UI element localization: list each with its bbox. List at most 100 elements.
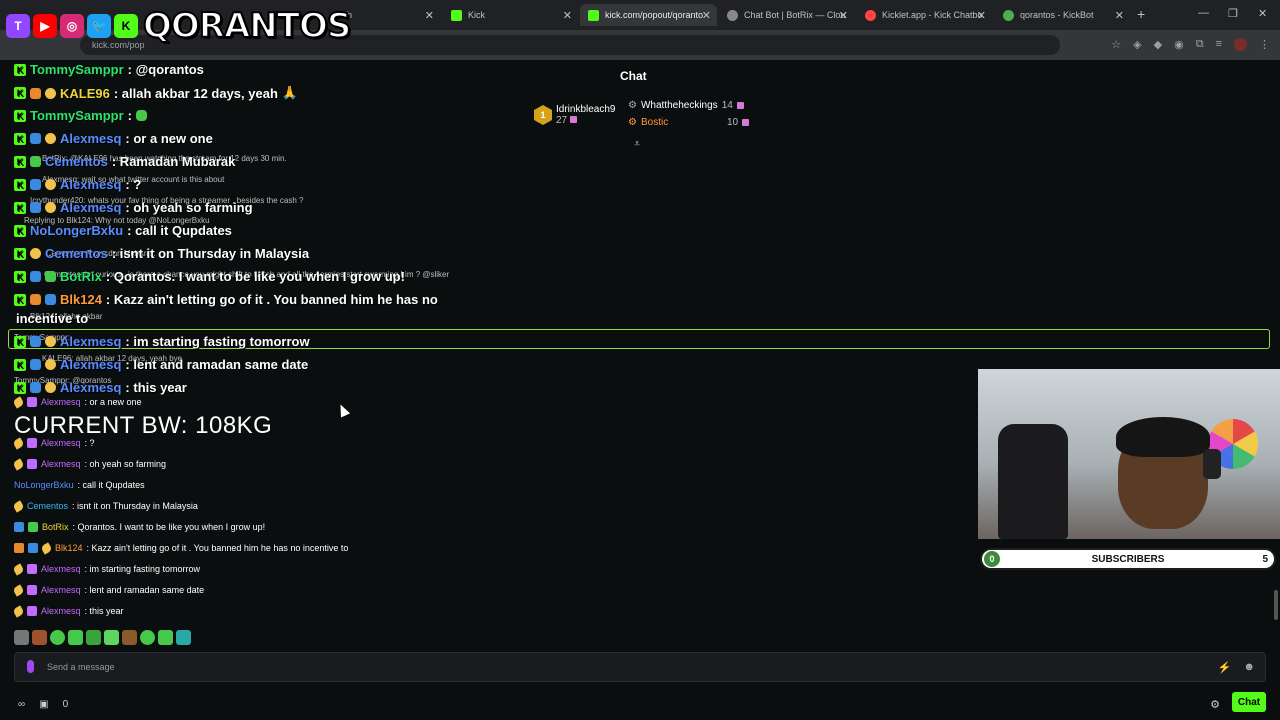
close-window-button[interactable]: ✕ xyxy=(1258,7,1267,20)
close-tab-icon[interactable]: ✕ xyxy=(1115,9,1124,22)
banana-badge-icon xyxy=(12,499,25,513)
overlay-message: K Alexmesq : ? xyxy=(14,177,141,192)
gifter-badge-icon xyxy=(28,543,38,553)
message-text: incentive to xyxy=(16,311,89,326)
chat-scrollbar[interactable] xyxy=(1274,590,1278,620)
webcam-feed xyxy=(978,369,1280,539)
message-text: : oh yeah so farming xyxy=(125,200,253,215)
emote-icon[interactable] xyxy=(14,630,29,645)
browser-tab-kick-popout[interactable]: kick.com/popout/qoranto ✕ xyxy=(580,4,717,26)
minimize-button[interactable]: — xyxy=(1198,7,1209,19)
emote-icon[interactable] xyxy=(104,630,119,645)
overlay-message: K KALE96 : allah akbar 12 days, yeah 🙏 xyxy=(14,85,298,101)
webcam-chair xyxy=(998,424,1068,539)
top-gifter-3: ⚙ Bostic 10 xyxy=(628,117,750,128)
message-text: : or a new one xyxy=(125,131,213,146)
bookmark-star-icon[interactable]: ☆ xyxy=(1111,38,1121,51)
banana-badge-icon xyxy=(45,359,56,370)
chat-send-button[interactable]: Chat xyxy=(1232,692,1266,712)
close-tab-icon[interactable]: ✕ xyxy=(839,9,848,22)
emote-icon[interactable] xyxy=(68,630,83,645)
username[interactable]: Alexmesq xyxy=(41,397,81,407)
username: Alexmesq xyxy=(60,380,122,395)
username[interactable]: Alexmesq xyxy=(41,585,81,595)
translate-icon[interactable]: ⚡ xyxy=(1218,661,1232,674)
rank-badge: 1 xyxy=(534,105,552,125)
gift-badge-icon xyxy=(27,564,37,574)
username[interactable]: Alexmesq xyxy=(41,606,81,616)
username[interactable]: NoLongerBxku xyxy=(14,480,74,490)
kick-badge-icon: K xyxy=(14,178,26,191)
gear-icon[interactable]: ⚙ xyxy=(1210,698,1220,711)
message-text: : Kazz ain't letting go of it . You bann… xyxy=(86,543,349,553)
media-icon[interactable]: ≡ xyxy=(1216,38,1222,51)
emote-icon[interactable] xyxy=(122,630,137,645)
banana-badge-icon xyxy=(45,133,56,144)
gift-icon[interactable]: ▣ xyxy=(39,699,48,710)
username[interactable]: Alexmesq xyxy=(41,459,81,469)
message-text: : lent and ramadan same date xyxy=(84,585,205,595)
sub-badge-icon xyxy=(30,294,41,305)
message-text: : xyxy=(127,108,133,123)
emote-icon[interactable] xyxy=(140,630,155,645)
emote-icon[interactable] xyxy=(32,630,47,645)
channel-logo-text: QORANTOS xyxy=(142,5,352,47)
gifter-name: Idrinkbleach9 xyxy=(556,104,616,115)
close-tab-icon[interactable]: ✕ xyxy=(702,9,711,22)
overlay-message: K TommySamppr : @qorantos xyxy=(14,62,204,77)
username: Cementos xyxy=(45,246,108,261)
menu-icon[interactable]: ⋮ xyxy=(1259,38,1270,51)
chat-message: Alexmesq : oh yeah so farming xyxy=(12,457,166,471)
overlay-message: K Alexmesq : im starting fasting tomorro… xyxy=(14,334,310,349)
browser-tab-kickbot[interactable]: qorantos - KickBot ✕ xyxy=(995,4,1130,26)
chat-message: BotRix : Qorantos. I want to be like you… xyxy=(14,522,265,532)
kick-badge-icon: K xyxy=(14,63,26,76)
message-text: : Qorantos. I want to be like you when I… xyxy=(105,269,405,284)
overlay-message: K Alexmesq : lent and ramadan same date xyxy=(14,357,308,372)
overlay-message: K Alexmesq : oh yeah so farming xyxy=(14,200,253,215)
maximize-button[interactable]: ❐ xyxy=(1228,7,1238,20)
extension-icon[interactable]: ◈ xyxy=(1133,38,1141,51)
infinity-icon[interactable]: ∞ xyxy=(18,699,25,710)
close-tab-icon[interactable]: ✕ xyxy=(563,9,572,22)
extension-icon[interactable]: ◆ xyxy=(1154,38,1162,51)
kick-badge-icon: K xyxy=(14,293,26,306)
emote-icon[interactable] xyxy=(86,630,101,645)
username: BotRix xyxy=(60,269,102,284)
username: TommySamppr xyxy=(30,62,124,77)
username: Alexmesq xyxy=(60,334,122,349)
close-tab-icon[interactable]: ✕ xyxy=(977,9,986,22)
username[interactable]: Cementos xyxy=(27,501,68,511)
new-tab-button[interactable]: + xyxy=(1137,6,1145,22)
emote-icon[interactable] xyxy=(158,630,173,645)
chat-input[interactable]: Send a message ⚡ ☻ xyxy=(14,652,1266,682)
browser-tab-kicklet[interactable]: Kicklet.app - Kick Chatbo ✕ xyxy=(857,4,992,26)
emote-icon[interactable] xyxy=(176,630,191,645)
close-tab-icon[interactable]: ✕ xyxy=(425,9,434,22)
gifter-badge-icon xyxy=(45,294,56,305)
browser-tab-botrix[interactable]: Chat Bot | BotRix — Clou ✕ xyxy=(719,4,854,26)
kick-badge-icon: K xyxy=(14,358,26,371)
username[interactable]: BotRix xyxy=(42,522,69,532)
username[interactable]: Blk124 xyxy=(55,543,83,553)
collapse-gifters-icon[interactable]: ⩡ xyxy=(634,138,640,151)
emote-icon[interactable] xyxy=(50,630,65,645)
browser-tab-kick[interactable]: Kick ✕ xyxy=(443,4,578,26)
message-text: : Ramadan Mubarak xyxy=(111,154,236,169)
twitter-icon: 🐦 xyxy=(87,14,111,38)
banana-badge-icon xyxy=(30,248,41,259)
kick-badge-icon: K xyxy=(14,270,26,283)
bot-badge-icon xyxy=(30,271,41,282)
mic-icon[interactable] xyxy=(27,660,34,673)
extension-icon[interactable]: ◉ xyxy=(1174,38,1184,51)
message-text: : lent and ramadan same date xyxy=(125,357,309,372)
message-text: : or a new one xyxy=(84,397,142,407)
username: Alexmesq xyxy=(60,131,122,146)
puzzle-icon[interactable]: ⧉ xyxy=(1196,38,1204,51)
username[interactable]: Alexmesq xyxy=(41,564,81,574)
banana-badge-icon xyxy=(12,436,25,450)
profile-avatar[interactable] xyxy=(1234,38,1247,51)
username[interactable]: Alexmesq xyxy=(41,438,81,448)
emoji-icon[interactable]: ☻ xyxy=(1243,661,1255,674)
banana-badge-icon xyxy=(12,457,25,471)
